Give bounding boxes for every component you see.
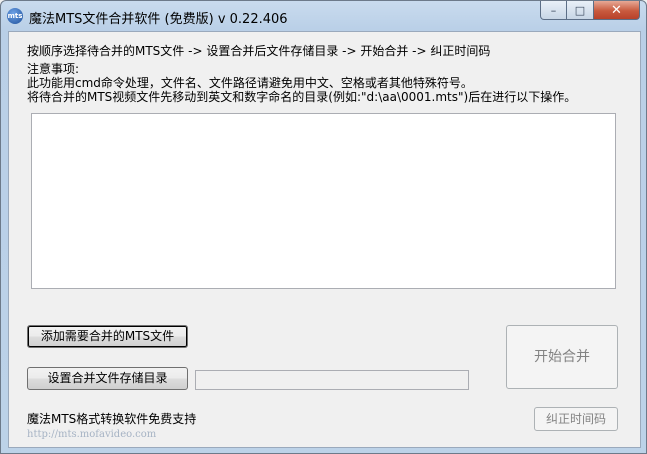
steps-instruction: 按顺序选择待合并的MTS文件 -> 设置合并后文件存储目录 -> 开始合并 ->… [27, 44, 491, 58]
maximize-button[interactable]: □ [567, 1, 594, 20]
caption-buttons: – □ ✕ [540, 1, 640, 20]
mts-app-icon[interactable]: mts [7, 8, 23, 24]
add-mts-files-button[interactable]: 添加需要合并的MTS文件 [27, 325, 188, 348]
notes-section: 注意事项: 此功能用cmd命令处理，文件名、文件路径请避免用中文、空格或者其他特… [27, 62, 576, 104]
notes-heading: 注意事项: [27, 62, 80, 76]
close-button[interactable]: ✕ [594, 1, 640, 20]
output-dir-field[interactable] [195, 370, 469, 390]
note-line-1: 此功能用cmd命令处理，文件名、文件路径请避免用中文、空格或者其他特殊符号。 [27, 76, 473, 90]
fix-timecode-button[interactable]: 纠正时间码 [534, 407, 618, 431]
support-text: 魔法MTS格式转换软件免费支持 [27, 412, 197, 426]
set-output-dir-button[interactable]: 设置合并文件存储目录 [27, 367, 188, 390]
start-merge-button[interactable]: 开始合并 [506, 325, 618, 389]
title-bar[interactable]: mts 魔法MTS文件合并软件 (免费版) v 0.22.406 – □ ✕ [1, 1, 646, 31]
note-line-2: 将待合并的MTS视频文件先移动到英文和数字命名的目录(例如:"d:\aa\000… [27, 90, 577, 104]
main-window: mts 魔法MTS文件合并软件 (免费版) v 0.22.406 – □ ✕ 按… [0, 0, 647, 454]
file-list-textarea[interactable] [31, 113, 616, 289]
website-link[interactable]: http://mts.mofavideo.com [27, 429, 156, 440]
window-title: 魔法MTS文件合并软件 (免费版) v 0.22.406 [29, 12, 288, 27]
client-area: 按顺序选择待合并的MTS文件 -> 设置合并后文件存储目录 -> 开始合并 ->… [8, 31, 641, 448]
minimize-button[interactable]: – [540, 1, 567, 20]
